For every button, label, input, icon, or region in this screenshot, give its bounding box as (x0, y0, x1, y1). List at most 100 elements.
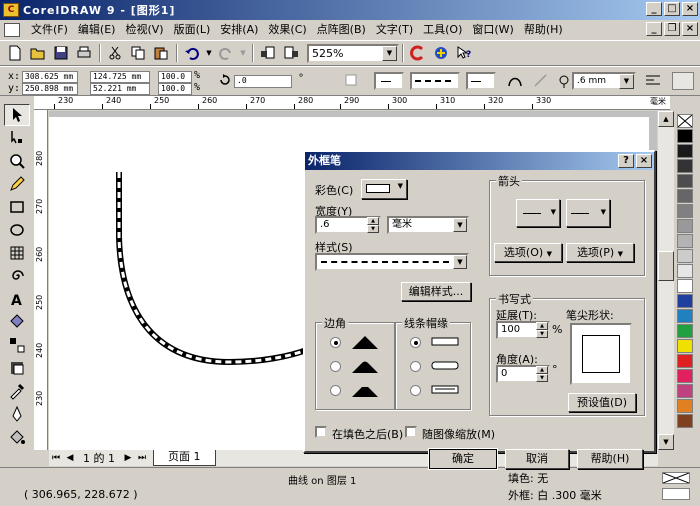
graph-paper-tool[interactable] (4, 242, 30, 264)
palette-swatch[interactable] (677, 144, 693, 158)
corner-miter-radio[interactable] (330, 337, 341, 348)
outline-style-combo[interactable] (410, 72, 460, 90)
palette-swatch[interactable] (677, 129, 693, 143)
prev-page-button[interactable]: ◀ (63, 451, 77, 465)
outline-width-combo[interactable]: .6 mm ▼ (572, 72, 636, 90)
start-arrow-selector[interactable]: ▼ (516, 199, 560, 227)
eyedropper-tool[interactable] (4, 380, 30, 402)
convert-to-curves-icon[interactable] (506, 72, 524, 90)
fill-swatch-none[interactable] (662, 472, 690, 484)
vertical-ruler[interactable]: 280 270 260 250 240 230 (34, 110, 48, 450)
ok-button[interactable]: 确定 (428, 448, 498, 470)
minimize-button[interactable]: _ (646, 2, 662, 16)
menu-arrange[interactable]: 安排(A) (215, 21, 263, 39)
rotation-angle-field[interactable]: .0 (234, 75, 292, 88)
copy-button[interactable] (127, 43, 149, 63)
start-arrow-options-button[interactable]: 选项(O) ▼ (494, 243, 562, 262)
transparency-tool[interactable] (4, 357, 30, 379)
maximize-button[interactable]: □ (664, 2, 680, 16)
menu-bitmaps[interactable]: 点阵图(B) (312, 21, 371, 39)
new-button[interactable] (4, 43, 26, 63)
start-arrow-combo[interactable] (374, 72, 404, 90)
dialog-help-button[interactable]: ? (618, 154, 634, 168)
scale-y-field[interactable]: 100.0 (158, 83, 192, 95)
palette-swatch[interactable] (677, 189, 693, 203)
close-button[interactable]: × (682, 2, 698, 16)
horizontal-ruler[interactable]: 230 240 250 260 270 280 290 300 310 320 … (34, 96, 670, 110)
palette-swatch[interactable] (677, 294, 693, 308)
scroll-down-button[interactable]: ▼ (658, 434, 674, 450)
end-arrow-selector[interactable]: ▼ (566, 199, 610, 227)
menu-text[interactable]: 文字(T) (371, 21, 418, 39)
default-nib-button[interactable]: 预设值(D) (568, 393, 636, 412)
scale-x-field[interactable]: 100.0 (158, 71, 192, 83)
export-button[interactable] (280, 43, 302, 63)
palette-swatch[interactable] (677, 249, 693, 263)
color-picker-button[interactable]: ▼ (361, 179, 407, 199)
page-tab[interactable]: 页面 1 (153, 450, 216, 466)
ellipse-tool[interactable] (4, 219, 30, 241)
cap-butt-radio[interactable] (410, 337, 421, 348)
outline-pen-tool[interactable] (4, 403, 30, 425)
outline-swatch[interactable] (662, 488, 690, 500)
width-field[interactable]: 124.725 mm (90, 71, 150, 83)
angle-spin-down[interactable]: ▼ (536, 374, 548, 382)
scale-with-image-checkbox[interactable] (405, 426, 417, 438)
menu-tools[interactable]: 工具(O) (418, 21, 467, 39)
palette-swatch[interactable] (677, 204, 693, 218)
redo-button[interactable] (215, 43, 237, 63)
stretch-spin-down[interactable]: ▼ (536, 330, 548, 338)
zoom-combo[interactable]: 525% ▼ (307, 43, 399, 63)
redo-dropdown-button[interactable]: ▼ (238, 43, 248, 63)
chevron-down-icon[interactable]: ▼ (453, 255, 467, 269)
dialog-close-button[interactable]: × (636, 154, 652, 168)
help-button[interactable]: 帮助(H) (577, 449, 643, 469)
print-button[interactable] (73, 43, 95, 63)
chevron-down-icon[interactable]: ▼ (619, 74, 634, 89)
menu-layout[interactable]: 版面(L) (169, 21, 216, 39)
document-icon[interactable] (4, 23, 20, 37)
doc-minimize-button[interactable]: _ (646, 22, 662, 36)
palette-swatch[interactable] (677, 234, 693, 248)
menu-help[interactable]: 帮助(H) (519, 21, 568, 39)
width-spin-up[interactable]: ▲ (367, 217, 379, 225)
unit-select[interactable]: 毫米 ▼ (387, 216, 469, 234)
height-field[interactable]: 52.221 mm (90, 83, 150, 95)
shape-tool[interactable] (4, 127, 30, 149)
undo-button[interactable] (181, 43, 203, 63)
line-style-select[interactable]: ▼ (315, 253, 469, 271)
menu-view[interactable]: 检视(V) (120, 21, 168, 39)
break-apart-icon[interactable] (532, 72, 550, 90)
property-options-button[interactable] (672, 72, 694, 90)
menu-file[interactable]: 文件(F) (26, 21, 73, 39)
corel-online-button[interactable] (407, 43, 429, 63)
cancel-button[interactable]: 取消 (505, 449, 569, 469)
palette-swatch[interactable] (677, 309, 693, 323)
chevron-down-icon[interactable]: ▼ (453, 218, 467, 232)
palette-swatch[interactable] (677, 354, 693, 368)
palette-swatch[interactable] (677, 174, 693, 188)
to-front-icon[interactable] (344, 73, 360, 89)
edit-style-button[interactable]: 编辑样式... (401, 282, 471, 301)
palette-swatch[interactable] (677, 384, 693, 398)
import-button[interactable] (257, 43, 279, 63)
palette-swatch[interactable] (677, 414, 693, 428)
interactive-blend-tool[interactable] (4, 334, 30, 356)
vertical-scrollbar[interactable]: ▲ ▼ (658, 111, 674, 450)
chevron-down-icon[interactable]: ▼ (382, 45, 397, 61)
palette-swatch[interactable] (677, 339, 693, 353)
x-position-field[interactable]: 308.625 mm (22, 71, 78, 83)
doc-restore-button[interactable]: ❐ (664, 22, 680, 36)
palette-swatch[interactable] (677, 159, 693, 173)
palette-swatch[interactable] (677, 324, 693, 338)
palette-swatch[interactable] (677, 264, 693, 278)
no-color-swatch[interactable] (677, 114, 693, 128)
menu-edit[interactable]: 编辑(E) (73, 21, 121, 39)
freehand-tool[interactable] (4, 173, 30, 195)
doc-close-button[interactable]: × (682, 22, 698, 36)
application-launcher-button[interactable] (430, 43, 452, 63)
scroll-up-button[interactable]: ▲ (658, 111, 674, 127)
next-page-button[interactable]: ▶ (121, 451, 135, 465)
cap-square-radio[interactable] (410, 385, 421, 396)
end-arrow-combo[interactable] (466, 72, 496, 90)
